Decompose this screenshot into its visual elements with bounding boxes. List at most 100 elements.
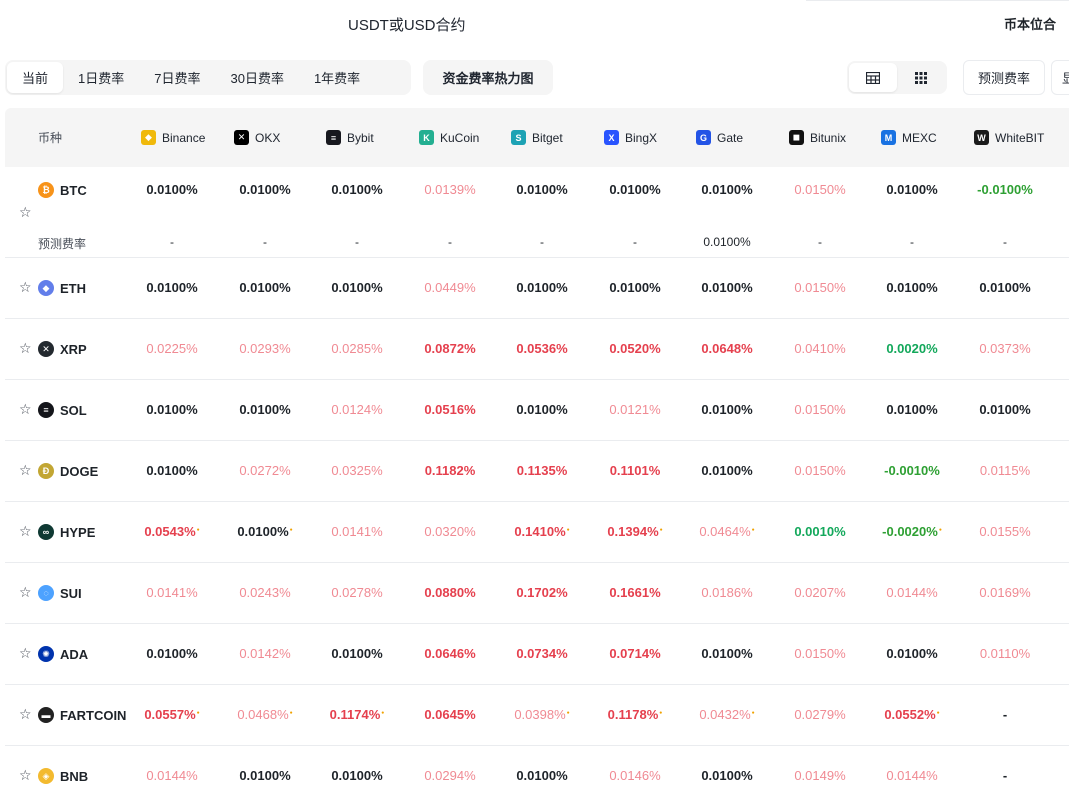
period-tab-4[interactable]: 1年费率 [299, 62, 375, 93]
rate-cell[interactable]: 0.0100% [220, 768, 310, 783]
exchange-header-okx[interactable]: ✕ OKX [234, 108, 280, 167]
period-tab-2[interactable]: 7日费率 [139, 62, 215, 93]
rate-cell[interactable]: 0.0285% [312, 341, 402, 356]
tab-coin-margined[interactable]: 币本位合 [1004, 14, 1056, 33]
rate-cell[interactable]: 0.0100% [497, 768, 587, 783]
rate-cell[interactable]: 0.0100% [682, 402, 772, 417]
predicted-rate-button[interactable]: 预测费率 [963, 60, 1045, 95]
rate-cell[interactable]: 0.1101% [590, 463, 680, 478]
rate-cell[interactable]: 0.0110% [960, 646, 1050, 661]
rate-cell[interactable]: 0.0186% [682, 585, 772, 600]
coin-cell[interactable]: ✺ ADA [38, 646, 88, 662]
coin-cell[interactable]: ◈ BNB [38, 768, 88, 784]
rate-cell[interactable]: 0.0146% [590, 768, 680, 783]
coin-cell[interactable]: ✕ XRP [38, 341, 87, 357]
rate-cell[interactable]: 0.0100% [312, 280, 402, 295]
rate-cell[interactable]: 0.0100% [682, 463, 772, 478]
rate-cell[interactable]: 0.0100% [497, 280, 587, 295]
coin-cell[interactable]: ◌ SUI [38, 585, 82, 601]
favorite-star-icon[interactable]: ☆ [19, 463, 33, 477]
coin-cell[interactable]: ∞ HYPE [38, 524, 95, 540]
rate-cell[interactable]: 0.1702% [497, 585, 587, 600]
rate-cell[interactable]: 0.0100% [590, 182, 680, 197]
tab-usdt-contracts[interactable]: USDT或USD合约 [348, 14, 466, 35]
table-row[interactable]: ☆ ≡ SOL 0.0100% 0.0100% 0.0124% 0.0516% 0.0100%… [5, 380, 1069, 441]
rate-cell[interactable]: 0.0150% [775, 182, 865, 197]
rate-cell[interactable]: 0.0115% [960, 463, 1050, 478]
rate-cell[interactable]: 0.0100% [220, 182, 310, 197]
rate-cell[interactable]: -0.0100% [960, 182, 1050, 197]
table-row[interactable]: ☆ ∞ HYPE 0.0543%● 0.0100%● 0.0141% 0.0320% 0.14… [5, 502, 1069, 563]
rate-cell[interactable]: 0.0141% [312, 524, 402, 539]
table-row[interactable]: ☆ ◌ SUI 0.0141% 0.0243% 0.0278% 0.0880% 0.1702%… [5, 563, 1069, 624]
table-row[interactable]: ☆ ▬ FARTCOIN 0.0557%● 0.0468%● 0.1174%● 0.0645… [5, 685, 1069, 746]
table-row[interactable]: ☆ ✺ ADA 0.0100% 0.0142% 0.0100% 0.0646% 0.0734%… [5, 624, 1069, 685]
rate-cell[interactable]: 0.0100% [682, 280, 772, 295]
rate-cell[interactable]: 0.0243% [220, 585, 310, 600]
exchange-header-bitunix[interactable]: ◼ Bitunix [789, 108, 846, 167]
rate-cell[interactable]: 0.0100% [960, 402, 1050, 417]
rate-cell[interactable]: 0.0100% [127, 463, 217, 478]
rate-cell[interactable]: -0.0020%● [867, 524, 957, 539]
favorite-star-icon[interactable]: ☆ [19, 646, 33, 660]
rate-cell[interactable]: 0.0100% [312, 768, 402, 783]
rate-cell[interactable]: 0.0100% [127, 402, 217, 417]
favorite-star-icon[interactable]: ☆ [19, 524, 33, 538]
heatmap-button[interactable]: 资金费率热力图 [423, 60, 553, 95]
rate-cell[interactable]: 0.1410%● [497, 524, 587, 539]
rate-cell[interactable]: 0.0169% [960, 585, 1050, 600]
rate-cell[interactable]: 0.0100% [867, 402, 957, 417]
rate-cell[interactable]: 0.0714% [590, 646, 680, 661]
exchange-header-bingx[interactable]: X BingX [604, 108, 657, 167]
rate-cell[interactable]: 0.0139% [405, 182, 495, 197]
rate-cell[interactable]: 0.0872% [405, 341, 495, 356]
rate-cell[interactable]: 0.0207% [775, 585, 865, 600]
coin-cell[interactable]: ◆ ETH [38, 280, 86, 296]
rate-cell[interactable]: 0.0100%● [220, 524, 310, 539]
rate-cell[interactable]: 0.0100% [127, 646, 217, 661]
rate-cell[interactable]: 0.0100% [497, 182, 587, 197]
exchange-header-mexc[interactable]: M MEXC [881, 108, 937, 167]
rate-cell[interactable]: 0.0278% [312, 585, 402, 600]
rate-cell[interactable]: 0.1182% [405, 463, 495, 478]
rate-cell[interactable]: 0.0100% [127, 280, 217, 295]
table-row[interactable]: ☆ ₿ BTC 0.0100% 0.0100% 0.0100% 0.0139% 0.0100%… [5, 167, 1069, 258]
rate-cell[interactable]: 0.0734% [497, 646, 587, 661]
table-row[interactable]: ☆ ◆ ETH 0.0100% 0.0100% 0.0100% 0.0449% 0.0100%… [5, 258, 1069, 319]
rate-cell[interactable]: 0.0100% [867, 182, 957, 197]
rate-cell[interactable]: 0.0149% [775, 768, 865, 783]
rate-cell[interactable]: 0.0100% [127, 182, 217, 197]
rate-cell[interactable]: 0.1178%● [590, 707, 680, 722]
rate-cell[interactable]: 0.0225% [127, 341, 217, 356]
rate-cell[interactable]: - [960, 768, 1050, 783]
rate-cell[interactable]: 0.0294% [405, 768, 495, 783]
table-row[interactable]: ☆ ✕ XRP 0.0225% 0.0293% 0.0285% 0.0872% 0.0536%… [5, 319, 1069, 380]
rate-cell[interactable]: 0.0398%● [497, 707, 587, 722]
exchange-header-bybit[interactable]: ≡ Bybit [326, 108, 374, 167]
rate-cell[interactable]: 0.0100% [682, 768, 772, 783]
rate-cell[interactable]: 0.0150% [775, 402, 865, 417]
coin-cell[interactable]: ≡ SOL [38, 402, 87, 418]
display-button[interactable]: 显 [1051, 60, 1069, 95]
rate-cell[interactable]: 0.0124% [312, 402, 402, 417]
rate-cell[interactable]: 0.0100% [682, 646, 772, 661]
coin-cell[interactable]: ▬ FARTCOIN [38, 707, 126, 723]
rate-cell[interactable]: 0.0557%● [127, 707, 217, 722]
rate-cell[interactable]: 0.0543%● [127, 524, 217, 539]
rate-cell[interactable]: 0.0141% [127, 585, 217, 600]
period-tab-3[interactable]: 30日费率 [215, 62, 298, 93]
rate-cell[interactable]: 0.0100% [682, 182, 772, 197]
rate-cell[interactable]: 0.0410% [775, 341, 865, 356]
rate-cell[interactable]: 0.0272% [220, 463, 310, 478]
rate-cell[interactable]: -0.0010% [867, 463, 957, 478]
rate-cell[interactable]: 0.0155% [960, 524, 1050, 539]
rate-cell[interactable]: 0.0100% [960, 280, 1050, 295]
rate-cell[interactable]: 0.0552%● [867, 707, 957, 722]
rate-cell[interactable]: 0.0293% [220, 341, 310, 356]
rate-cell[interactable]: 0.0648% [682, 341, 772, 356]
rate-cell[interactable]: 0.0100% [867, 280, 957, 295]
rate-cell[interactable]: 0.0432%● [682, 707, 772, 722]
rate-cell[interactable]: 0.0100% [220, 402, 310, 417]
rate-cell[interactable]: 0.0320% [405, 524, 495, 539]
rate-cell[interactable]: 0.0144% [127, 768, 217, 783]
